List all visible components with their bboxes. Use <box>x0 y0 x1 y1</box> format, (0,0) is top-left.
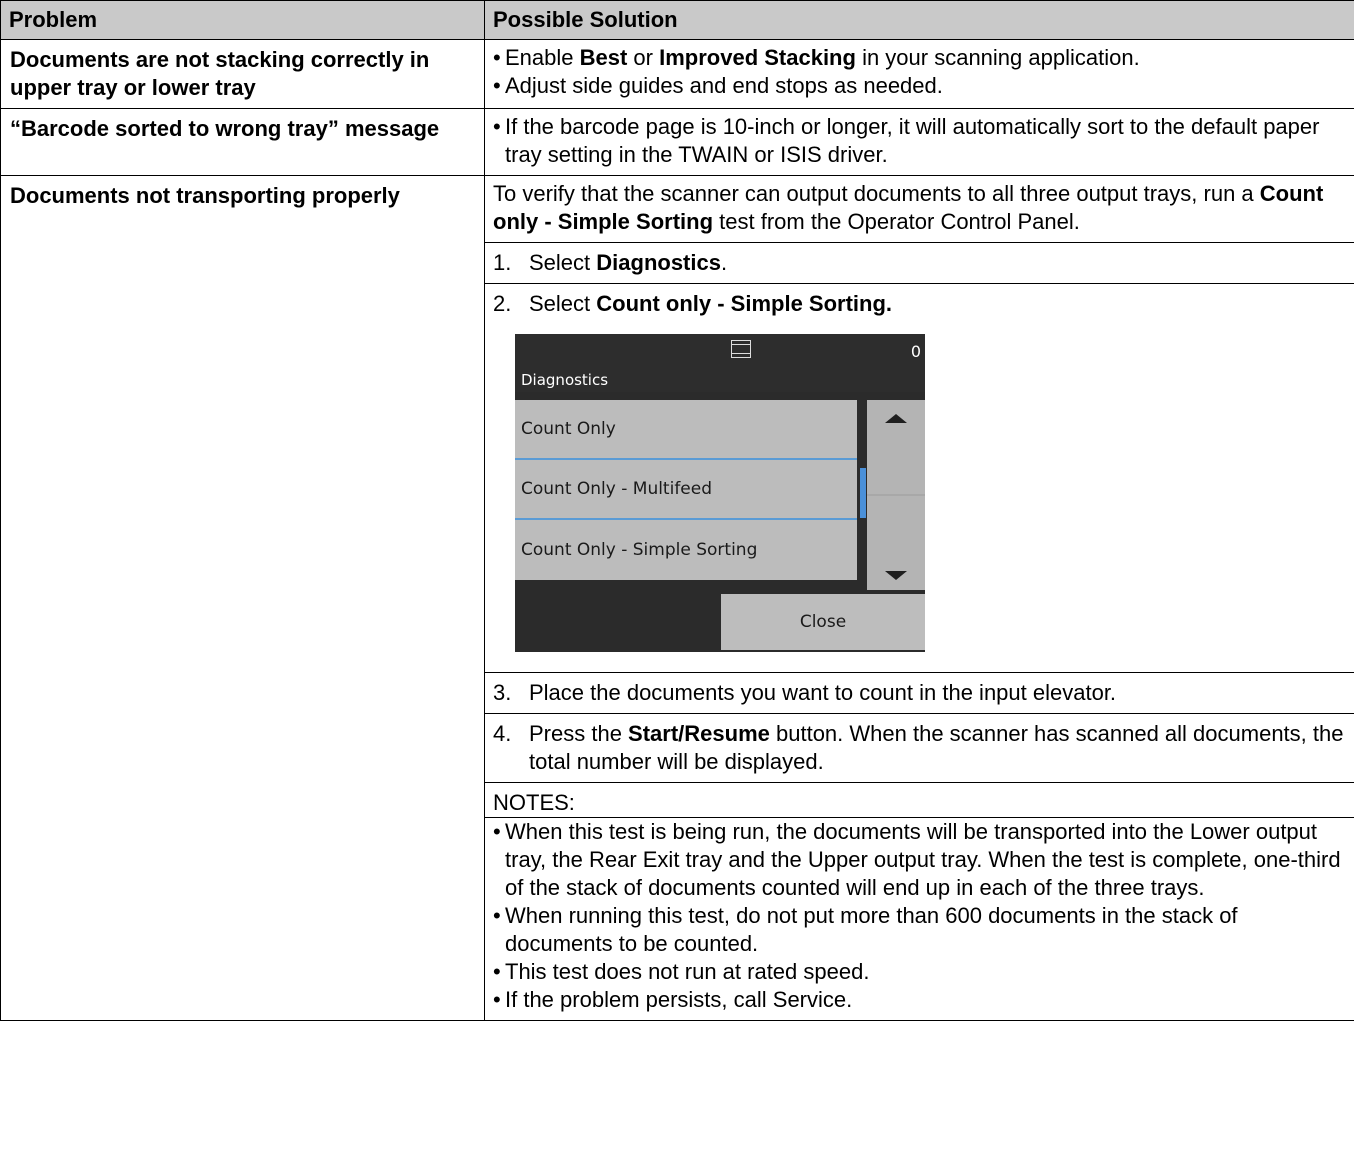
solution-cell: • Enable Best or Improved Stacking in yo… <box>484 39 1354 109</box>
notes-label: NOTES: <box>493 790 575 815</box>
page-count: 0 <box>910 342 921 361</box>
table-header-row: Problem Possible Solution <box>0 0 1354 40</box>
scroll-up-icon[interactable] <box>867 400 925 494</box>
problem-cell: Documents are not stacking correctly in … <box>0 39 485 109</box>
diagnostics-list: Count Only Count Only - Multifeed Count … <box>515 400 857 580</box>
note-item: • When running this test, do not put more… <box>493 903 1238 956</box>
bullet-item: • Enable Best or Improved Stacking in yo… <box>493 45 1140 70</box>
panel-title: Diagnostics <box>521 371 609 389</box>
bullet-item: • If the barcode page is 10-inch or long… <box>493 114 1320 167</box>
step-4: 4. Press the Start/Resume button. When t… <box>493 721 1344 774</box>
solution-cell: • If the barcode page is 10-inch or long… <box>484 108 1354 176</box>
step-3: 3. Place the documents you want to count… <box>493 680 1117 705</box>
scroll-down-icon[interactable] <box>867 496 925 590</box>
list-item-count-only-simple-sorting[interactable]: Count Only - Simple Sorting <box>515 520 857 580</box>
panel-header: 0 Diagnostics <box>515 334 925 392</box>
solution-cell: To verify that the scanner can output do… <box>484 175 1354 1021</box>
problem-cell: Documents not transporting properly <box>0 175 485 1021</box>
list-item-count-only[interactable]: Count Only <box>515 400 857 460</box>
bullet-item: • Adjust side guides and end stops as ne… <box>493 73 943 98</box>
solution-header: Possible Solution <box>484 0 1354 40</box>
scrollbar <box>867 400 925 590</box>
problem-header: Problem <box>0 0 485 40</box>
control-panel-screenshot: 0 Diagnostics Count Only Count Only - Mu… <box>493 324 1346 672</box>
tray-icon <box>731 340 751 358</box>
troubleshooting-table: Problem Possible Solution Documents are … <box>0 0 1354 1021</box>
note-item: • If the problem persists, call Service. <box>493 987 853 1012</box>
table-row: Documents not transporting properly To v… <box>0 175 1354 1021</box>
note-item: • This test does not run at rated speed. <box>493 959 870 984</box>
table-row: “Barcode sorted to wrong tray” message •… <box>0 108 1354 176</box>
step-1: 1. Select Diagnostics. <box>493 250 728 275</box>
list-item-count-only-multifeed[interactable]: Count Only - Multifeed <box>515 460 857 520</box>
problem-cell: “Barcode sorted to wrong tray” message <box>0 108 485 176</box>
step-2: 2. Select Count only - Simple Sorting. <box>493 291 893 316</box>
close-button[interactable]: Close <box>721 594 925 650</box>
scroll-thumb[interactable] <box>860 468 866 518</box>
table-row: Documents are not stacking correctly in … <box>0 39 1354 109</box>
diagnostics-panel: 0 Diagnostics Count Only Count Only - Mu… <box>515 334 925 652</box>
intro-paragraph: To verify that the scanner can output do… <box>493 181 1324 234</box>
note-item: • When this test is being run, the docume… <box>493 819 1341 900</box>
